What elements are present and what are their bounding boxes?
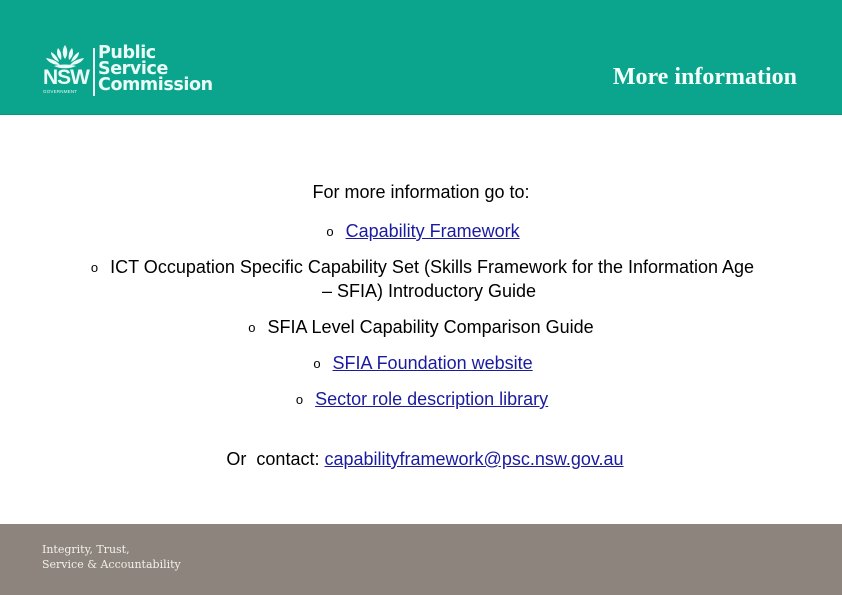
bullet-icon: o	[295, 392, 304, 407]
sfia-comparison-guide-text: SFIA Level Capability Comparison Guide	[267, 317, 594, 337]
ict-guide-text-line1: ICT Occupation Specific Capability Set (…	[110, 257, 755, 277]
list-item: o SFIA Foundation website	[0, 353, 842, 374]
sfia-foundation-link[interactable]: SFIA Foundation website	[333, 353, 533, 373]
bullet-icon: o	[90, 260, 99, 275]
bullet-icon: o	[313, 356, 321, 371]
bullet-icon: o	[326, 224, 334, 239]
footer-tagline: Integrity, Trust, Service & Accountabili…	[42, 542, 181, 572]
footer-tagline-line1: Integrity, Trust,	[42, 543, 130, 556]
footer-tagline-line2: Service & Accountability	[42, 558, 181, 571]
list-item: o Sector role description library	[0, 389, 842, 410]
nsw-wordmark: NSW	[43, 66, 90, 89]
capability-framework-link[interactable]: Capability Framework	[346, 221, 520, 241]
contact-line: Or contact: capabilityframework@psc.nsw.…	[0, 449, 842, 470]
list-item: o ICT Occupation Specific Capability Set …	[0, 257, 842, 278]
bullet-icon: o	[248, 320, 256, 335]
psc-line-3: Commission	[98, 75, 213, 95]
contact-label: Or contact:	[226, 449, 320, 469]
intro-text: For more information go to:	[312, 182, 530, 202]
logo-divider	[93, 48, 95, 96]
list-item: o SFIA Level Capability Comparison Guide	[0, 317, 842, 338]
contact-email-link[interactable]: capabilityframework@psc.nsw.gov.au	[324, 449, 623, 469]
slide-title: More information	[612, 64, 797, 90]
sector-role-library-link[interactable]: Sector role description library	[315, 389, 548, 409]
footer-banner: Integrity, Trust, Service & Accountabili…	[0, 524, 842, 595]
ict-guide-text-line2: – SFIA) Introductory Guide	[321, 281, 537, 301]
header-banner: NSW GOVERNMENT Public Service Commission…	[0, 0, 842, 115]
list-item: o Capability Framework	[0, 221, 842, 242]
psc-wordmark: Public Service Commission	[98, 44, 213, 95]
government-wordmark: GOVERNMENT	[43, 89, 78, 94]
